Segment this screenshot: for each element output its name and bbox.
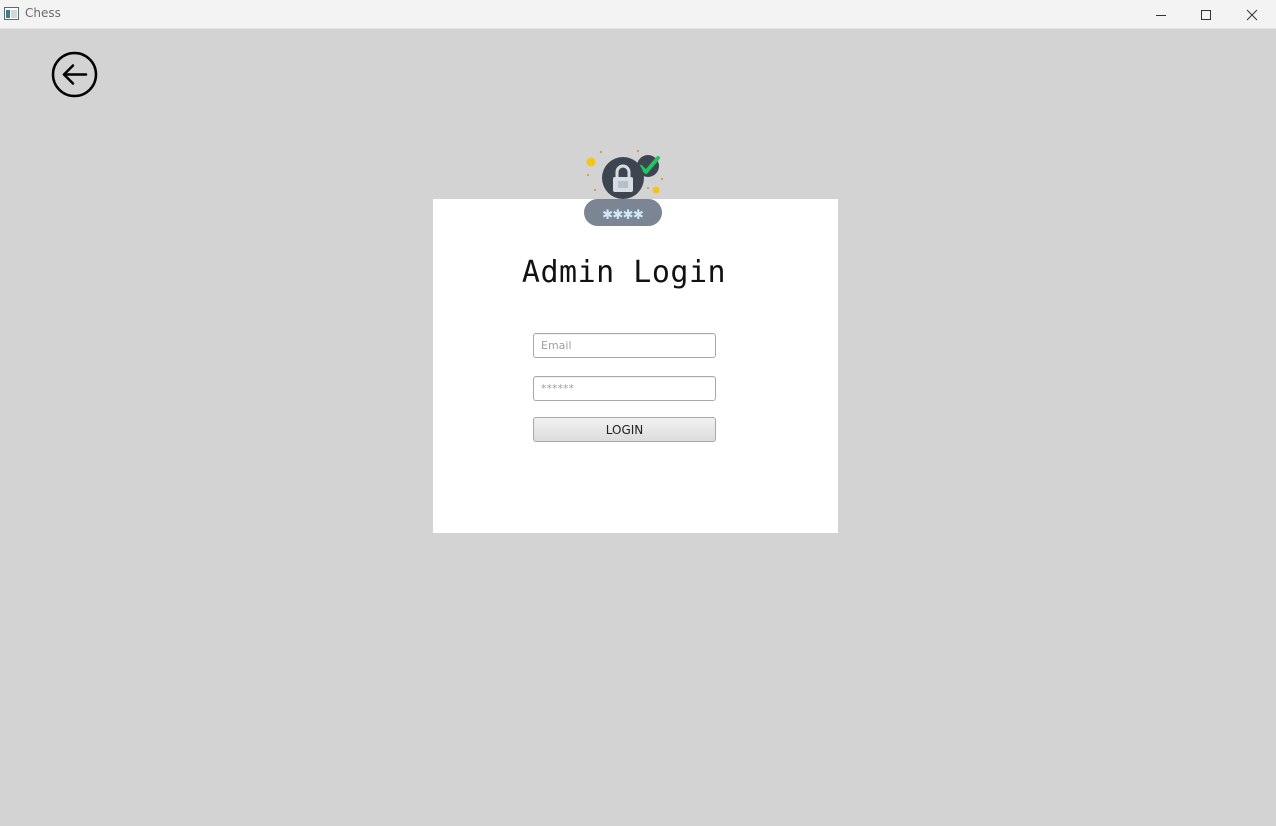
minimize-icon (1156, 14, 1166, 16)
close-icon (1246, 9, 1258, 20)
back-button[interactable] (51, 51, 98, 98)
back-arrow-icon (51, 51, 98, 98)
app-window: Chess Admin Login L (0, 0, 1276, 826)
login-button[interactable]: LOGIN (533, 417, 716, 442)
maximize-button[interactable] (1183, 0, 1229, 29)
svg-text:✱✱✱✱: ✱✱✱✱ (603, 204, 644, 224)
padlock-password-icon: ✱✱✱✱ (584, 150, 663, 226)
maximize-icon (1201, 9, 1211, 20)
app-icon (4, 7, 19, 20)
window-title: Chess (25, 6, 61, 20)
email-field[interactable] (533, 333, 716, 358)
minimize-button[interactable] (1138, 0, 1184, 29)
title-bar: Chess (0, 0, 1276, 29)
login-card: Admin Login LOGIN (433, 199, 838, 533)
page-title: Admin Login (521, 255, 727, 290)
close-button[interactable] (1229, 0, 1275, 29)
password-field[interactable] (533, 376, 716, 401)
